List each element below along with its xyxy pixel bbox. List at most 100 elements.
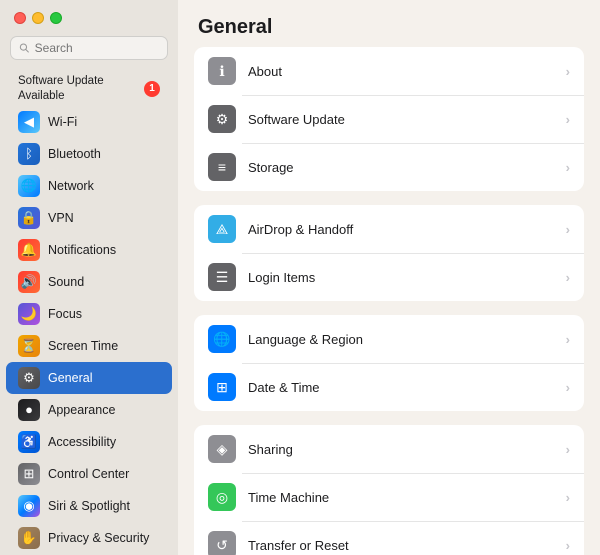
airdrop-label: AirDrop & Handoff	[248, 222, 554, 237]
sidebar-label-notifications: Notifications	[48, 243, 116, 257]
storage-label: Storage	[248, 160, 554, 175]
login-items-icon: ☰	[208, 263, 236, 291]
close-button[interactable]	[14, 12, 26, 24]
settings-row-storage[interactable]: ≡ Storage ›	[194, 143, 584, 191]
software-update-section: Software UpdateAvailable 1	[6, 68, 172, 106]
privacy-icon: ✋	[18, 527, 40, 549]
settings-row-transfer-reset[interactable]: ↺ Transfer or Reset ›	[194, 521, 584, 555]
sidebar-label-control-center: Control Center	[48, 467, 129, 481]
date-time-icon: ⊞	[208, 373, 236, 401]
settings-row-sharing[interactable]: ◈ Sharing ›	[194, 425, 584, 473]
sidebar-label-screen-time: Screen Time	[48, 339, 118, 353]
settings-row-date-time[interactable]: ⊞ Date & Time ›	[194, 363, 584, 411]
sharing-icon: ◈	[208, 435, 236, 463]
main-content: General ℹ About › ⚙ Software Update › ≡ Storage…	[178, 0, 600, 555]
settings-row-about[interactable]: ℹ About ›	[194, 47, 584, 95]
focus-icon: 🌙	[18, 303, 40, 325]
language-label: Language & Region	[248, 332, 554, 347]
sidebar-items-list: ◀ Wi-Fi ᛒ Bluetooth 🌐 Network 🔒VPN 🔔 Notificatio…	[0, 106, 178, 555]
sidebar-item-network[interactable]: 🌐 Network	[6, 170, 172, 202]
accessibility-icon: ♿	[18, 431, 40, 453]
sidebar-item-vpn[interactable]: 🔒VPN	[6, 202, 172, 234]
software-update-label: Software Update	[248, 112, 554, 127]
settings-row-airdrop[interactable]: ⟁ AirDrop & Handoff ›	[194, 205, 584, 253]
sidebar-item-privacy[interactable]: ✋ Privacy & Security	[6, 522, 172, 554]
time-machine-icon: ◎	[208, 483, 236, 511]
sidebar: Software UpdateAvailable 1 ◀ Wi-Fi ᛒ Blueto…	[0, 0, 178, 555]
sidebar-label-siri: Siri & Spotlight	[48, 499, 130, 513]
date-time-chevron: ›	[566, 380, 570, 395]
settings-group-0: ℹ About › ⚙ Software Update › ≡ Storage ›	[194, 47, 584, 191]
sidebar-item-general[interactable]: ⚙ General	[6, 362, 172, 394]
search-box[interactable]	[10, 36, 168, 60]
sidebar-label-privacy: Privacy & Security	[48, 531, 149, 545]
sidebar-item-sound[interactable]: 🔊 Sound	[6, 266, 172, 298]
settings-row-login-items[interactable]: ☰ Login Items ›	[194, 253, 584, 301]
maximize-button[interactable]	[50, 12, 62, 24]
airdrop-icon: ⟁	[208, 215, 236, 243]
sidebar-label-focus: Focus	[48, 307, 82, 321]
time-machine-label: Time Machine	[248, 490, 554, 505]
login-items-chevron: ›	[566, 270, 570, 285]
software-update-chevron: ›	[566, 112, 570, 127]
sidebar-item-appearance[interactable]: ● Appearance	[6, 394, 172, 426]
wifi-icon: ◀	[18, 111, 40, 133]
general-icon: ⚙	[18, 367, 40, 389]
sidebar-item-screen-time[interactable]: ⏳ Screen Time	[6, 330, 172, 362]
sidebar-item-control-center[interactable]: ⊞ Control Center	[6, 458, 172, 490]
control-center-icon: ⊞	[18, 463, 40, 485]
transfer-reset-label: Transfer or Reset	[248, 538, 554, 553]
sidebar-label-sound: Sound	[48, 275, 84, 289]
sidebar-label-appearance: Appearance	[48, 403, 115, 417]
traffic-lights	[0, 0, 178, 32]
language-icon: 🌐	[208, 325, 236, 353]
sidebar-label-bluetooth: Bluetooth	[48, 147, 101, 161]
search-input[interactable]	[35, 41, 159, 55]
sidebar-item-siri[interactable]: ◉ Siri & Spotlight	[6, 490, 172, 522]
sound-icon: 🔊	[18, 271, 40, 293]
language-chevron: ›	[566, 332, 570, 347]
storage-chevron: ›	[566, 160, 570, 175]
settings-row-time-machine[interactable]: ◎ Time Machine ›	[194, 473, 584, 521]
transfer-reset-icon: ↺	[208, 531, 236, 555]
sidebar-item-focus[interactable]: 🌙 Focus	[6, 298, 172, 330]
notifications-icon: 🔔	[18, 239, 40, 261]
time-machine-chevron: ›	[566, 490, 570, 505]
settings-group-2: 🌐 Language & Region › ⊞ Date & Time ›	[194, 315, 584, 411]
update-badge: 1	[144, 81, 160, 97]
page-title: General	[198, 16, 580, 39]
appearance-icon: ●	[18, 399, 40, 421]
settings-group-3: ◈ Sharing › ◎ Time Machine › ↺ Transfer or Rese…	[194, 425, 584, 555]
sidebar-item-accessibility[interactable]: ♿ Accessibility	[6, 426, 172, 458]
about-label: About	[248, 64, 554, 79]
transfer-reset-chevron: ›	[566, 538, 570, 553]
sidebar-label-general: General	[48, 371, 92, 385]
sidebar-label-accessibility: Accessibility	[48, 435, 116, 449]
minimize-button[interactable]	[32, 12, 44, 24]
sidebar-label-network: Network	[48, 179, 94, 193]
search-icon	[19, 42, 30, 54]
about-chevron: ›	[566, 64, 570, 79]
settings-list: ℹ About › ⚙ Software Update › ≡ Storage › ⟁ AirDro…	[178, 47, 600, 555]
settings-row-software-update[interactable]: ⚙ Software Update ›	[194, 95, 584, 143]
siri-icon: ◉	[18, 495, 40, 517]
sharing-chevron: ›	[566, 442, 570, 457]
date-time-label: Date & Time	[248, 380, 554, 395]
sidebar-item-notifications[interactable]: 🔔 Notifications	[6, 234, 172, 266]
about-icon: ℹ	[208, 57, 236, 85]
network-icon: 🌐	[18, 175, 40, 197]
main-header: General	[178, 0, 600, 47]
bluetooth-icon: ᛒ	[18, 143, 40, 165]
sidebar-item-wifi[interactable]: ◀ Wi-Fi	[6, 106, 172, 138]
settings-row-language[interactable]: 🌐 Language & Region ›	[194, 315, 584, 363]
sharing-label: Sharing	[248, 442, 554, 457]
screen-time-icon: ⏳	[18, 335, 40, 357]
storage-icon: ≡	[208, 153, 236, 181]
software-update-icon: ⚙	[208, 105, 236, 133]
sidebar-item-bluetooth[interactable]: ᛒ Bluetooth	[6, 138, 172, 170]
vpn-icon: 🔒	[18, 207, 40, 229]
update-label: Software UpdateAvailable	[18, 74, 104, 104]
airdrop-chevron: ›	[566, 222, 570, 237]
sidebar-label-wifi: Wi-Fi	[48, 115, 77, 129]
login-items-label: Login Items	[248, 270, 554, 285]
